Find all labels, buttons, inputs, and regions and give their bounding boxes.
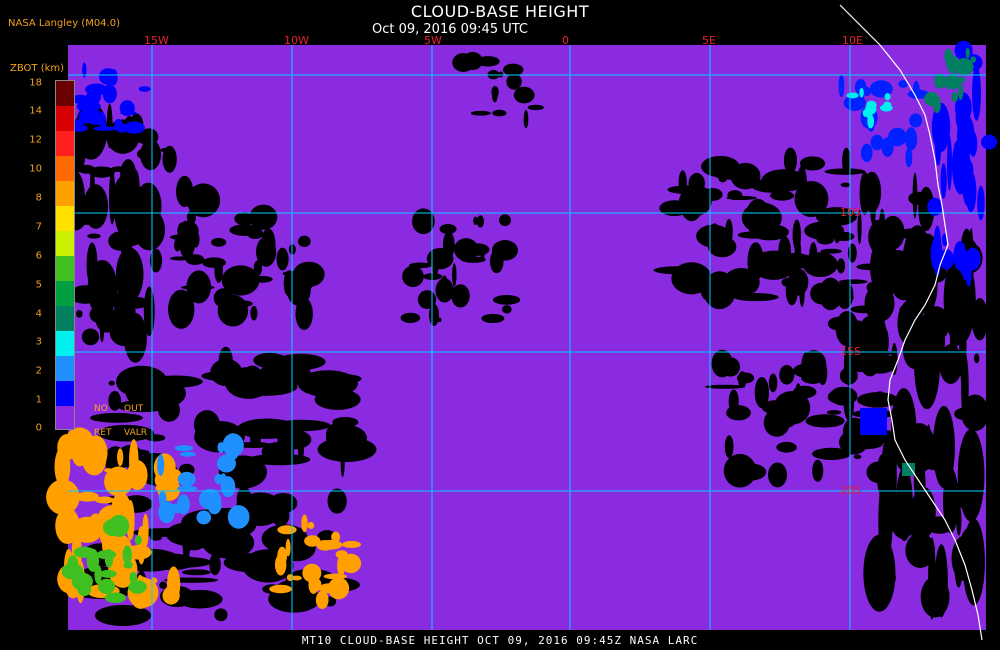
legend-swatch — [56, 356, 74, 382]
legend-swatch — [56, 106, 74, 132]
legend-ret-label: RET — [94, 428, 112, 438]
legend-swatch — [56, 206, 74, 232]
legend-tick-1: 1 — [35, 394, 42, 406]
legend-colorbar — [55, 80, 75, 430]
legend-no-label: NO — [94, 404, 108, 414]
legend-swatch — [56, 231, 74, 257]
latitude-label: 20S — [840, 484, 861, 497]
legend-tick-8: 8 — [35, 192, 42, 204]
legend-swatch — [56, 81, 74, 107]
legend-tick-0: 0 — [35, 422, 42, 434]
longitude-label: 10W — [284, 34, 309, 47]
longitude-label: 5E — [702, 34, 716, 47]
footer-caption: MT10 CLOUD-BASE HEIGHT OCT 09, 2016 09:4… — [301, 634, 699, 647]
legend-tick-5: 5 — [35, 279, 42, 291]
legend-tick-2: 2 — [35, 365, 42, 377]
legend-tick-12: 12 — [29, 134, 42, 146]
legend-swatch — [56, 281, 74, 307]
legend-out-label: OUT — [124, 404, 144, 414]
latitude-label: 15S — [840, 345, 861, 358]
longitude-label: 0 — [562, 34, 569, 47]
legend-tick-10: 10 — [29, 163, 42, 175]
longitude-label: 10E — [842, 34, 863, 47]
legend-valr-label: VALR — [124, 428, 148, 438]
longitude-label: 5W — [424, 34, 442, 47]
longitude-label: 15W — [144, 34, 169, 47]
legend-swatch — [56, 256, 74, 282]
latitude-label: 10S — [840, 206, 861, 219]
legend-swatch — [56, 381, 74, 407]
legend-tick-4: 4 — [35, 308, 42, 320]
legend-tick-3: 3 — [35, 336, 42, 348]
cloud-base-map — [46, 4, 998, 641]
legend-tick-6: 6 — [35, 250, 42, 262]
legend-tick-7: 7 — [35, 221, 42, 233]
legend-tick-18: 18 — [29, 77, 42, 89]
legend-swatch — [56, 406, 74, 429]
legend-ticks: 18 14 12 10 8 7 6 5 4 3 2 1 0 — [0, 0, 60, 650]
legend-swatch — [56, 131, 74, 157]
legend-swatch — [56, 331, 74, 357]
legend-tick-14: 14 — [29, 105, 42, 117]
legend-swatch — [56, 306, 74, 332]
legend-swatch — [56, 156, 74, 182]
legend-swatch — [56, 181, 74, 207]
